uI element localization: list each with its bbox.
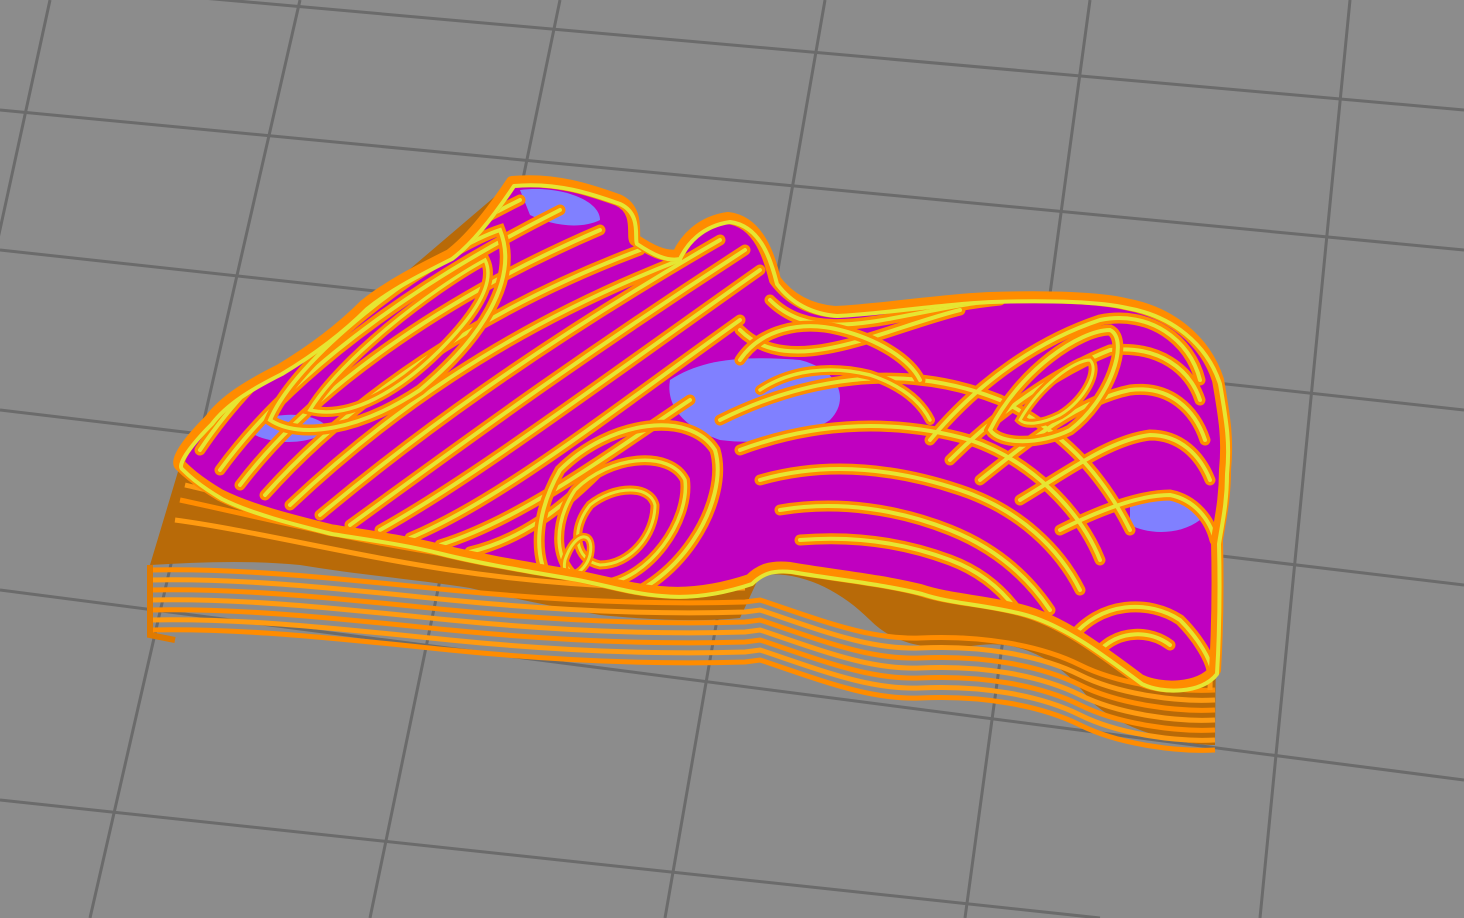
gcode-preview-viewport[interactable] (0, 0, 1464, 918)
preview-canvas[interactable] (0, 0, 1464, 918)
